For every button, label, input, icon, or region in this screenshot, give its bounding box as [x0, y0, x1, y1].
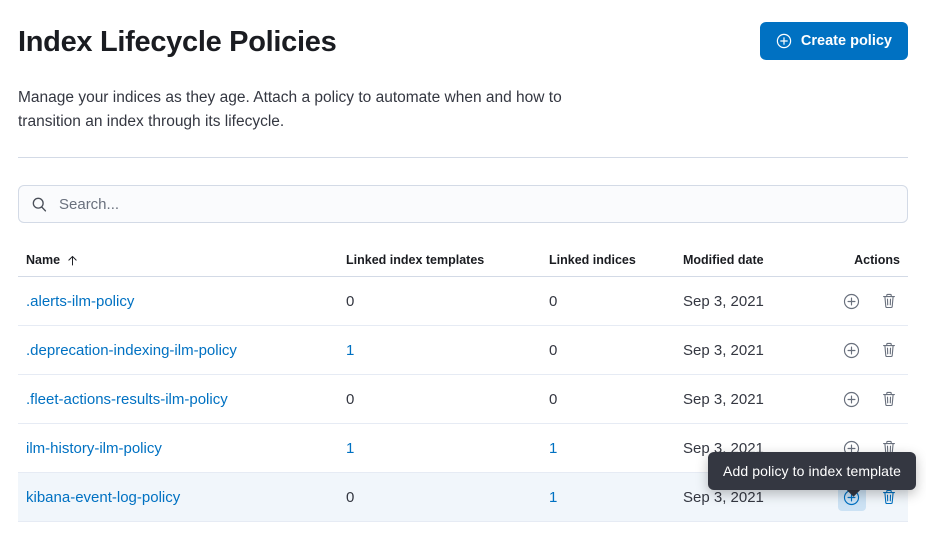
create-policy-button-label: Create policy: [801, 33, 892, 49]
linked-templates-value: 0: [346, 293, 354, 310]
table-row: .fleet-actions-results-ilm-policy 0 0 Se…: [18, 375, 908, 424]
modified-date: Sep 3, 2021: [683, 293, 764, 310]
table-row: .alerts-ilm-policy 0 0 Sep 3, 2021: [18, 277, 908, 326]
linked-templates-value: 0: [346, 391, 354, 408]
linked-indices-value[interactable]: 1: [549, 440, 557, 457]
modified-date: Sep 3, 2021: [683, 489, 764, 506]
policies-table-header: Name Linked index templates Linked indic…: [18, 246, 908, 277]
delete-policy-button[interactable]: [875, 287, 903, 315]
linked-indices-value: 0: [549, 293, 557, 310]
linked-indices-value[interactable]: 1: [549, 489, 557, 506]
column-header-linked-index-templates[interactable]: Linked index templates: [338, 246, 541, 277]
sort-ascending-icon: [66, 254, 79, 267]
tooltip-text: Add policy to index template: [723, 463, 901, 479]
delete-policy-button[interactable]: [875, 385, 903, 413]
trash-icon: [881, 489, 897, 505]
plus-circle-icon: [843, 293, 860, 310]
trash-icon: [881, 342, 897, 358]
page-header: Index Lifecycle Policies Create policy: [18, 22, 908, 60]
modified-date: Sep 3, 2021: [683, 342, 764, 359]
column-header-actions: Actions: [815, 246, 908, 277]
policy-name-link[interactable]: .deprecation-indexing-ilm-policy: [26, 342, 237, 359]
column-header-linked-indices[interactable]: Linked indices: [541, 246, 675, 277]
policy-name-link[interactable]: kibana-event-log-policy: [26, 489, 180, 506]
page-title: Index Lifecycle Policies: [18, 24, 336, 60]
create-policy-button[interactable]: Create policy: [760, 22, 908, 60]
add-policy-to-template-button[interactable]: [838, 385, 866, 413]
search-bar[interactable]: [18, 185, 908, 223]
modified-date: Sep 3, 2021: [683, 391, 764, 408]
column-header-name[interactable]: Name: [18, 246, 338, 277]
policy-name-link[interactable]: ilm-history-ilm-policy: [26, 440, 162, 457]
plus-circle-icon: [776, 33, 792, 49]
policy-name-link[interactable]: .alerts-ilm-policy: [26, 293, 134, 310]
search-icon: [31, 196, 48, 213]
linked-templates-value[interactable]: 1: [346, 440, 354, 457]
linked-templates-value: 0: [346, 489, 354, 506]
section-divider: [18, 157, 908, 158]
linked-indices-value: 0: [549, 391, 557, 408]
policy-name-link[interactable]: .fleet-actions-results-ilm-policy: [26, 391, 228, 408]
add-policy-to-template-button[interactable]: [838, 287, 866, 315]
linked-templates-value[interactable]: 1: [346, 342, 354, 359]
add-policy-to-template-button[interactable]: [838, 336, 866, 364]
trash-icon: [881, 293, 897, 309]
page-content: Index Lifecycle Policies Create policy M…: [0, 22, 926, 522]
column-header-name-label: Name: [26, 253, 60, 267]
delete-policy-button[interactable]: [875, 336, 903, 364]
page-description: Manage your indices as they age. Attach …: [18, 86, 578, 134]
search-input[interactable]: [57, 195, 895, 214]
tooltip-add-policy-to-index-template: Add policy to index template: [708, 452, 916, 490]
table-row: .deprecation-indexing-ilm-policy 1 0 Sep…: [18, 326, 908, 375]
trash-icon: [881, 391, 897, 407]
plus-circle-icon: [843, 342, 860, 359]
column-header-modified-date[interactable]: Modified date: [675, 246, 815, 277]
plus-circle-icon: [843, 391, 860, 408]
linked-indices-value: 0: [549, 342, 557, 359]
